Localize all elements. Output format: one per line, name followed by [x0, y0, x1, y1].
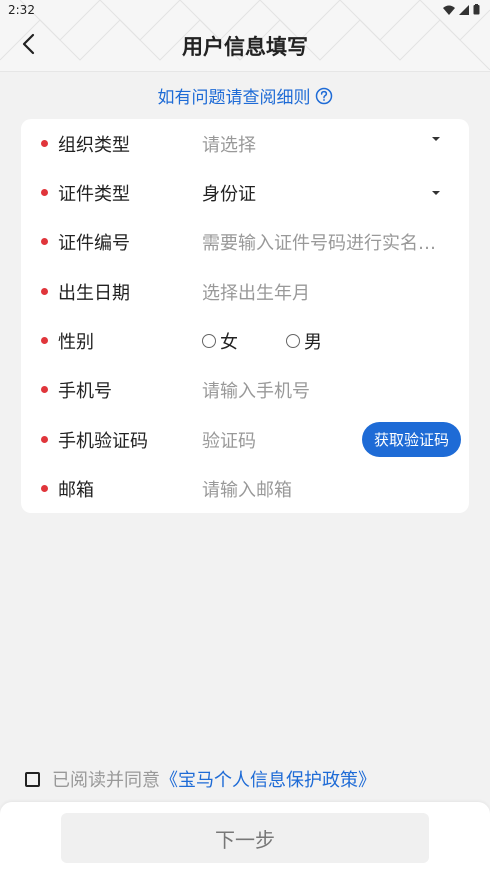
sms-code-row: 手机验证码 验证码 获取验证码: [21, 415, 469, 464]
id-type-label: 证件类型: [58, 183, 130, 205]
radio-circle-icon: [286, 333, 300, 348]
app-header: 2:32 用户信息填写: [0, 0, 490, 72]
org-type-label: 组织类型: [58, 134, 130, 156]
status-icons: [443, 4, 480, 15]
required-dot: [41, 140, 48, 147]
id-number-input[interactable]: 需要输入证件号码进行实名认证: [202, 229, 442, 255]
status-time: 2:32: [8, 3, 35, 17]
battery-icon: [473, 4, 480, 15]
id-type-select[interactable]: 身份证: [202, 180, 256, 206]
required-dot: [41, 288, 48, 295]
birth-date-label: 出生日期: [58, 282, 130, 304]
required-dot: [41, 436, 48, 443]
gender-option-label: 男: [304, 331, 322, 353]
org-type-select[interactable]: 请选择: [202, 131, 256, 157]
next-step-button[interactable]: 下一步: [61, 813, 429, 863]
birth-date-picker[interactable]: 选择出生年月: [202, 279, 310, 305]
help-link-text: 如有问题请查阅细则: [157, 88, 311, 108]
gender-option-female[interactable]: 女: [202, 328, 238, 354]
birth-date-row: 出生日期 选择出生年月: [21, 267, 469, 316]
wifi-icon: [443, 5, 455, 15]
required-dot: [41, 238, 48, 245]
agree-checkbox[interactable]: [25, 771, 40, 787]
gender-row: 性别 女 男: [21, 316, 469, 365]
id-number-row: 证件编号 需要输入证件号码进行实名认证: [21, 217, 469, 266]
gender-option-male[interactable]: 男: [286, 328, 322, 354]
phone-input[interactable]: 请输入手机号: [202, 377, 310, 403]
required-dot: [41, 485, 48, 492]
bottom-bar: 下一步: [0, 802, 490, 871]
screen: 2:32 用户信息填写 如有问题请查阅细则 组织类型 请选择 证件类型 身份证 …: [0, 0, 490, 871]
email-input[interactable]: 请输入邮箱: [202, 476, 292, 502]
email-row: 邮箱 请输入邮箱: [21, 464, 469, 513]
dropdown-caret-icon: [432, 190, 440, 195]
info-form-card: 组织类型 请选择 证件类型 身份证 证件编号 需要输入证件号码进行实名认证 出生…: [21, 119, 469, 513]
org-type-row[interactable]: 组织类型 请选择: [21, 119, 469, 168]
privacy-policy-link[interactable]: 《宝马个人信息保护政策》: [160, 766, 376, 792]
gender-radio-group: 女 男: [202, 328, 322, 354]
required-dot: [41, 386, 48, 393]
dropdown-caret-icon: [432, 137, 440, 141]
phone-label: 手机号: [58, 380, 112, 402]
help-rules-link[interactable]: 如有问题请查阅细则: [0, 83, 490, 108]
phone-row: 手机号 请输入手机号: [21, 365, 469, 414]
page-title: 用户信息填写: [182, 35, 308, 59]
radio-circle-icon: [202, 333, 216, 348]
question-circle-icon: [315, 87, 332, 104]
get-code-button[interactable]: 获取验证码: [362, 422, 461, 457]
sms-code-label: 手机验证码: [58, 430, 148, 452]
signal-icon: [459, 4, 469, 15]
agreement-row: 已阅读并同意 《宝马个人信息保护政策》: [25, 766, 376, 792]
email-label: 邮箱: [58, 479, 94, 501]
gender-option-label: 女: [220, 331, 238, 353]
sms-code-input[interactable]: 验证码: [202, 427, 256, 453]
id-number-label: 证件编号: [58, 232, 130, 254]
gender-label: 性别: [58, 331, 94, 353]
id-type-row[interactable]: 证件类型 身份证: [21, 168, 469, 217]
required-dot: [41, 189, 48, 196]
agree-text: 已阅读并同意: [52, 770, 160, 791]
required-dot: [41, 337, 48, 344]
